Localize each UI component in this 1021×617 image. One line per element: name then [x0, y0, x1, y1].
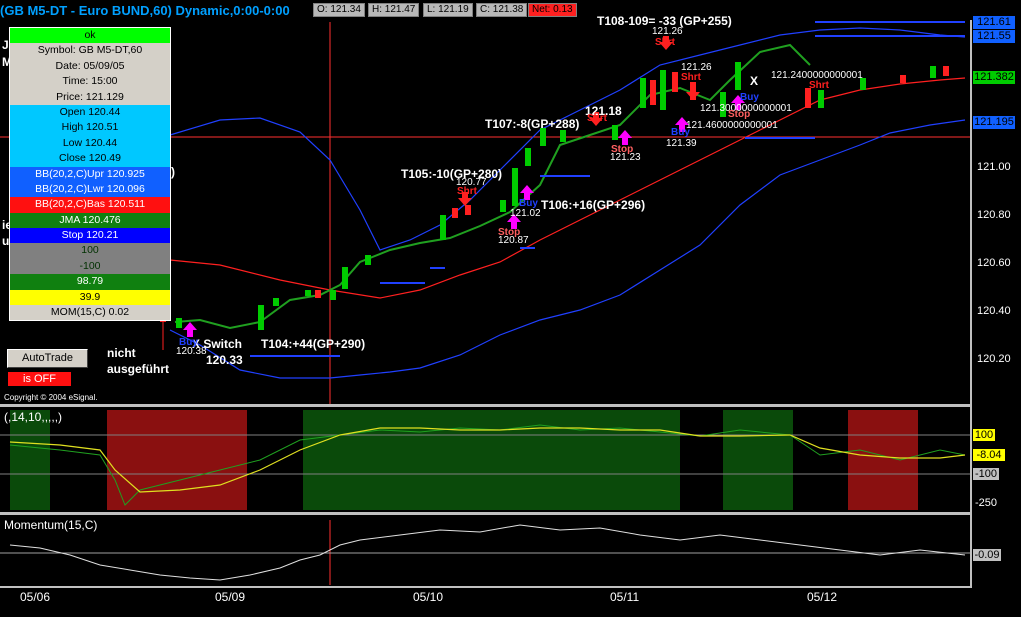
- edge-j: J: [2, 38, 9, 52]
- momentum-last-value: -0.09: [973, 549, 1001, 561]
- x-label-0512: 05/12: [807, 590, 838, 604]
- chart-title: (GB M5-DT - Euro BUND,60) Dynamic,0:00-0…: [0, 3, 290, 18]
- pane-divider-1[interactable]: [0, 404, 972, 407]
- copyright: Copyright © 2004 eSignal.: [4, 393, 98, 402]
- pane-divider-2[interactable]: [0, 512, 972, 515]
- signal-stop-2: Stop: [611, 144, 634, 155]
- note-120-33: 120.33: [206, 353, 243, 367]
- signal-stop-1: Stop: [498, 227, 521, 238]
- data-window-row: High 120.51: [10, 120, 170, 136]
- data-window-row: Low 120.44: [10, 135, 170, 152]
- note-ausgefuehrt: ausgeführt: [107, 362, 170, 376]
- data-window-row: 39.9: [10, 289, 170, 306]
- signal-shrt-4: Shrt: [587, 113, 607, 124]
- data-window-row: BB(20,2,C)Bas 120.511: [10, 197, 170, 213]
- data-window-row: Stop 120.21: [10, 228, 170, 244]
- ohlc-high: H: 121.47: [368, 3, 420, 17]
- data-window-row: Open 120.44: [10, 104, 170, 121]
- data-window-row: BB(20,2,C)Upr 120.925: [10, 166, 170, 182]
- data-window-row: Time: 15:00: [10, 74, 170, 90]
- data-window-row: Symbol: GB M5-DT,60: [10, 43, 170, 59]
- edge-paren: ): [171, 165, 175, 179]
- price-label-120-40: 120.40: [977, 305, 1011, 317]
- indicator-axis-100: 100: [973, 429, 995, 441]
- indicator-axis-minus100: -100: [973, 468, 999, 480]
- label-121-26-a: 121.26: [652, 26, 683, 37]
- price-box-121-61: 121.61: [973, 16, 1015, 29]
- ohlc-close: C: 121.38: [476, 3, 528, 17]
- data-window-row: MOM(15,C) 0.02: [10, 305, 170, 321]
- signal-buy-2: Buy: [519, 198, 538, 209]
- x-label-0509: 05/09: [215, 590, 246, 604]
- x-label-0510: 05/10: [413, 590, 444, 604]
- label-121-02: 121.02: [510, 208, 541, 219]
- ohlc-net: Net: 0.13: [528, 3, 577, 17]
- ohlc-low: L: 121.19: [423, 3, 473, 17]
- data-window-row: 98.79: [10, 274, 170, 290]
- momentum-title: Momentum(15,C): [4, 518, 98, 532]
- jma-line: [174, 43, 811, 330]
- signal-shrt-3: Shrt: [681, 72, 701, 83]
- bb-basis-line: [169, 77, 966, 299]
- data-window-row: -100: [10, 258, 170, 275]
- data-window-row: JMA 120.476: [10, 212, 170, 229]
- signal-x: X: [750, 74, 759, 88]
- signal-buy-3: Buy: [671, 127, 690, 138]
- label-121-39: 121.39: [666, 138, 697, 149]
- signal-stop-3: Stop: [728, 109, 751, 120]
- note-t106: T106:+16(GP+296): [541, 198, 646, 212]
- data-window-row: 100: [10, 243, 170, 259]
- note-nicht: nicht: [107, 346, 136, 360]
- indicator-title: (,14,10,,,,,): [4, 410, 63, 424]
- price-box-121-195: 121.195: [973, 116, 1015, 129]
- buy-arrows: [183, 95, 745, 337]
- data-window-row: Date: 05/09/05: [10, 58, 170, 75]
- autotrade-button[interactable]: AutoTrade: [7, 349, 88, 368]
- x-label-0506: 05/06: [20, 590, 51, 604]
- bb-upper-line: [169, 27, 966, 251]
- data-window-row: ok: [10, 28, 170, 44]
- data-window-row: Price: 121.129: [10, 89, 170, 105]
- note-t107: T107:-8(GP+288): [485, 117, 580, 131]
- price-label-121-00: 121.00: [977, 161, 1011, 173]
- signal-buy-4: Buy: [740, 92, 759, 103]
- data-window-row: Close 120.49: [10, 151, 170, 167]
- price-axis-border: [970, 20, 972, 586]
- note-t104: T104:+44(GP+290): [261, 337, 366, 351]
- x-label-0511: 05/11: [610, 590, 640, 604]
- indicator-zones: [10, 410, 918, 510]
- signal-shrt-2: Shrt: [655, 37, 675, 48]
- ohlc-open: O: 121.34: [313, 3, 365, 17]
- indicator-axis-value: -8.04: [973, 449, 1005, 461]
- label-121-46: 121.4600000000001: [686, 120, 778, 131]
- data-window-row: BB(20,2,C)Lwr 120.096: [10, 181, 170, 198]
- price-label-120-60: 120.60: [977, 257, 1011, 269]
- autotrade-status: is OFF: [8, 372, 71, 386]
- signal-buy-1: Buy: [179, 337, 198, 348]
- indicator-axis-minus250: -250: [975, 497, 998, 509]
- signal-shrt-1: Shrt: [457, 186, 477, 197]
- price-box-121-55: 121.55: [973, 30, 1015, 43]
- price-label-120-20: 120.20: [977, 353, 1011, 365]
- price-box-121-382: 121.382: [973, 71, 1015, 84]
- data-window: ok Symbol: GB M5-DT,60 Date: 05/09/05 Time:…: [9, 27, 171, 322]
- price-label-120-80: 120.80: [977, 209, 1011, 221]
- signal-shrt-5: Shrt: [809, 80, 829, 91]
